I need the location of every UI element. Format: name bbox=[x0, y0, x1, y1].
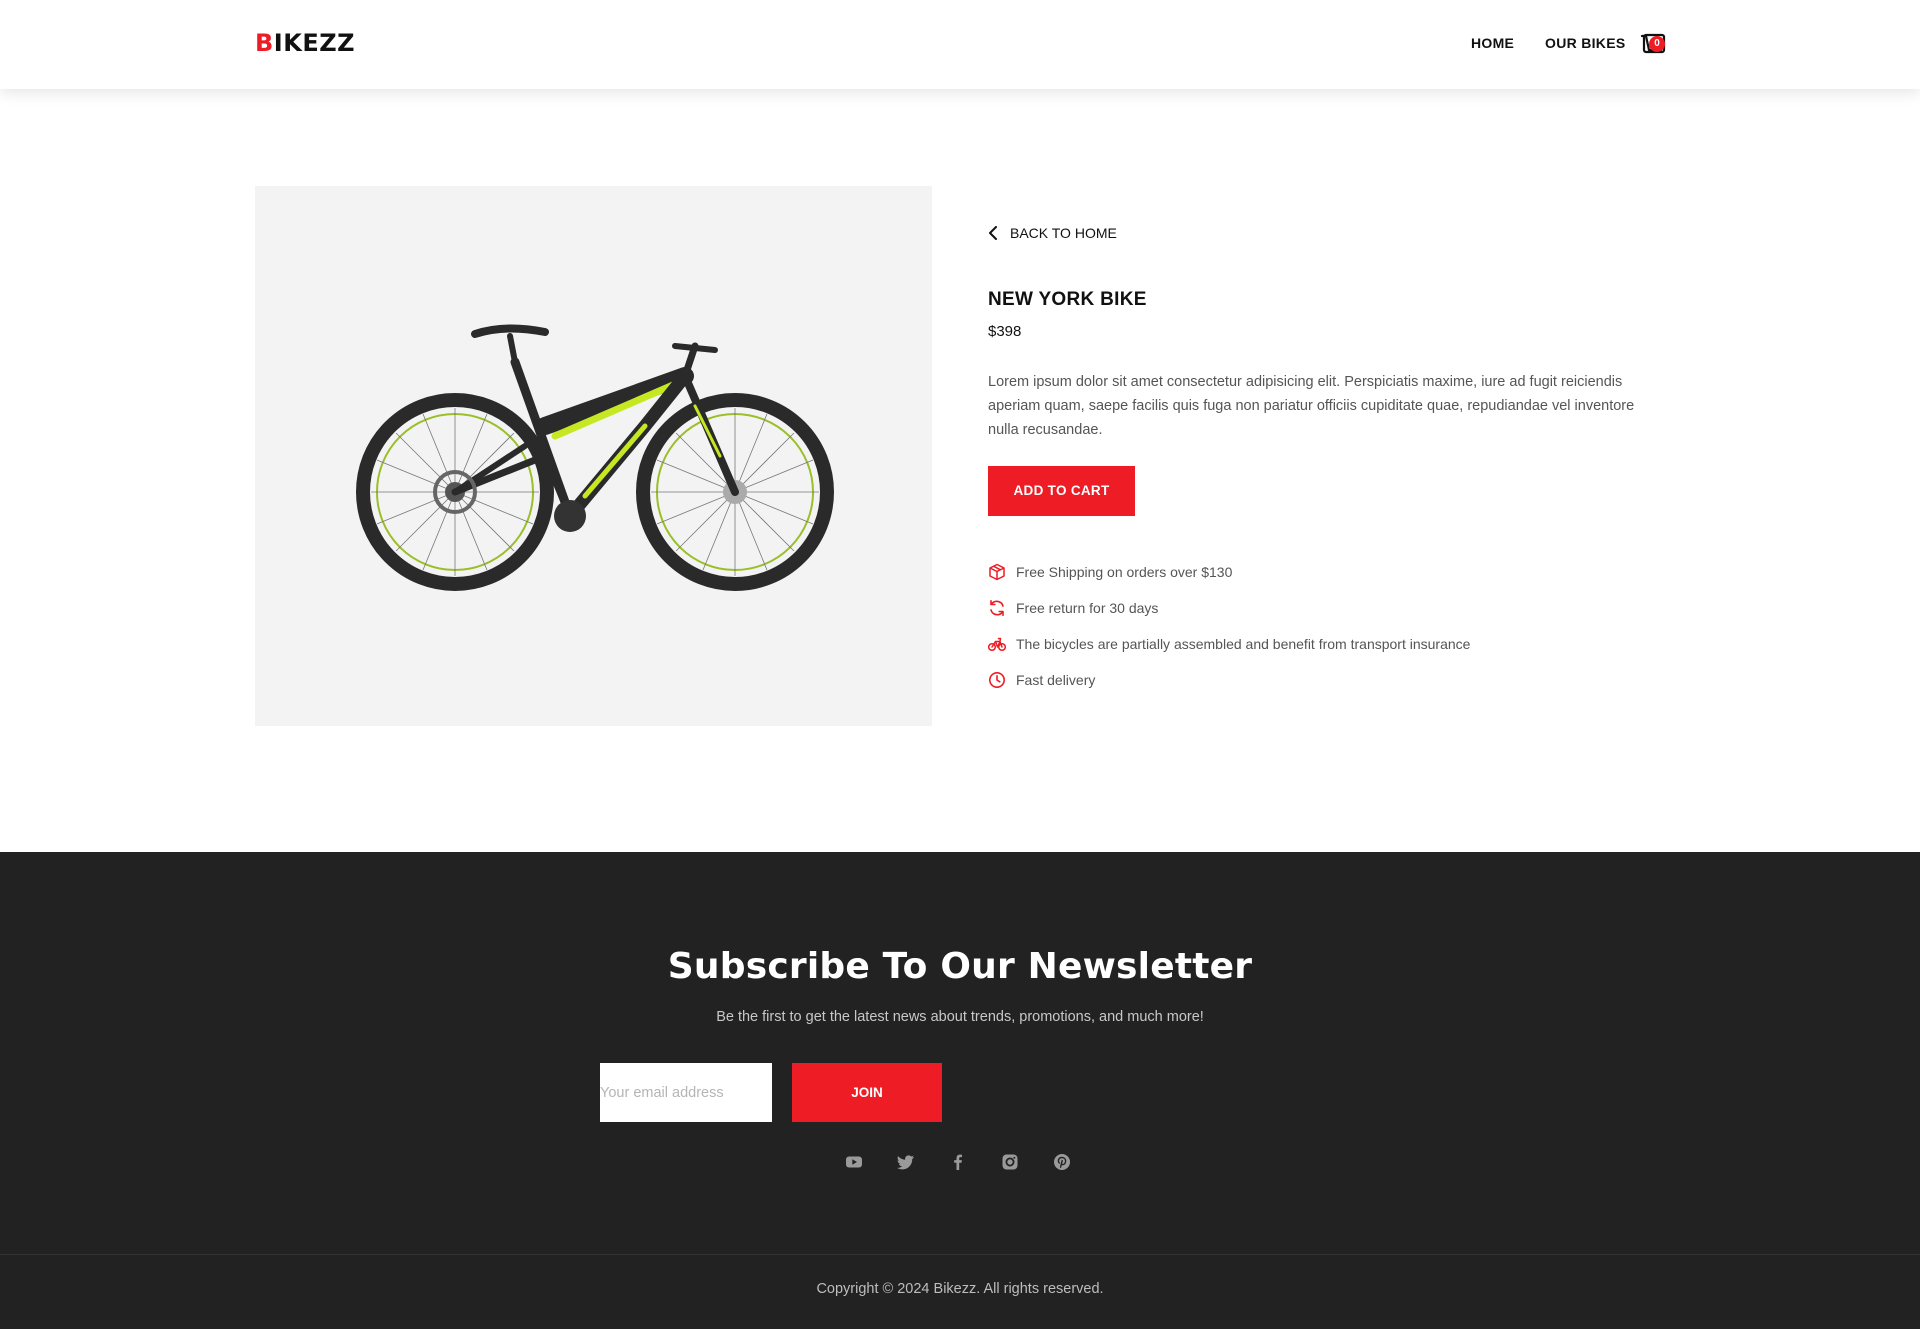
social-links bbox=[845, 1153, 1071, 1171]
nav-our-bikes[interactable]: OUR BIKES bbox=[1545, 35, 1626, 51]
newsletter-subtitle: Be the first to get the latest news abou… bbox=[716, 1009, 1204, 1025]
email-input[interactable] bbox=[600, 1063, 772, 1122]
newsletter-title: Subscribe To Our Newsletter bbox=[667, 946, 1253, 987]
nav-home[interactable]: HOME bbox=[1471, 35, 1514, 51]
product-name: NEW YORK BIKE bbox=[988, 289, 1147, 310]
logo[interactable]: BIKEZZ bbox=[255, 29, 355, 57]
pinterest-link[interactable] bbox=[1053, 1153, 1071, 1171]
feature-item: Free Shipping on orders over $130 bbox=[988, 554, 1470, 590]
join-button[interactable]: JOIN bbox=[792, 1063, 942, 1122]
bike-image bbox=[356, 324, 834, 591]
logo-first-letter: B bbox=[255, 29, 274, 57]
facebook-icon bbox=[954, 1154, 962, 1170]
refresh-icon bbox=[990, 600, 1004, 616]
feature-text: The bicycles are partially assembled and… bbox=[1016, 636, 1471, 652]
product-price: $398 bbox=[988, 323, 1022, 340]
logo-text: IKEZZ bbox=[273, 29, 356, 57]
instagram-icon bbox=[1002, 1154, 1018, 1170]
feature-item: Free return for 30 days bbox=[988, 590, 1470, 626]
youtube-icon bbox=[846, 1156, 862, 1168]
twitter-icon bbox=[897, 1155, 914, 1170]
clock-icon bbox=[989, 672, 1005, 688]
feature-item: The bicycles are partially assembled and… bbox=[988, 626, 1470, 662]
product-image bbox=[255, 186, 932, 726]
youtube-link[interactable] bbox=[845, 1153, 863, 1171]
box-icon bbox=[989, 563, 1005, 581]
twitter-link[interactable] bbox=[897, 1153, 915, 1171]
feature-text: Free Shipping on orders over $130 bbox=[1016, 564, 1233, 580]
footer-divider bbox=[0, 1254, 1920, 1255]
copyright-text: Copyright © 2024 Bikezz. All rights rese… bbox=[816, 1281, 1104, 1297]
feature-item: Fast delivery bbox=[988, 662, 1470, 698]
add-to-cart-button[interactable]: ADD TO CART bbox=[988, 466, 1135, 516]
bicycle-icon bbox=[988, 637, 1006, 652]
back-to-home-label: BACK TO HOME bbox=[1010, 225, 1117, 241]
instagram-link[interactable] bbox=[1001, 1153, 1019, 1171]
feature-text: Free return for 30 days bbox=[1016, 600, 1159, 616]
back-to-home-link[interactable]: BACK TO HOME bbox=[988, 225, 1117, 241]
product-features: Free Shipping on orders over $130 Free r… bbox=[988, 554, 1470, 698]
facebook-link[interactable] bbox=[949, 1153, 967, 1171]
feature-text: Fast delivery bbox=[1016, 672, 1096, 688]
site-footer bbox=[0, 852, 1920, 1329]
cart-count-badge: 0 bbox=[1649, 36, 1665, 52]
site-header: BIKEZZ HOME OUR BIKES 0 bbox=[0, 0, 1920, 89]
product-description: Lorem ipsum dolor sit amet consectetur a… bbox=[988, 374, 1635, 438]
chevron-left-icon bbox=[989, 226, 997, 240]
pinterest-icon bbox=[1054, 1154, 1070, 1170]
